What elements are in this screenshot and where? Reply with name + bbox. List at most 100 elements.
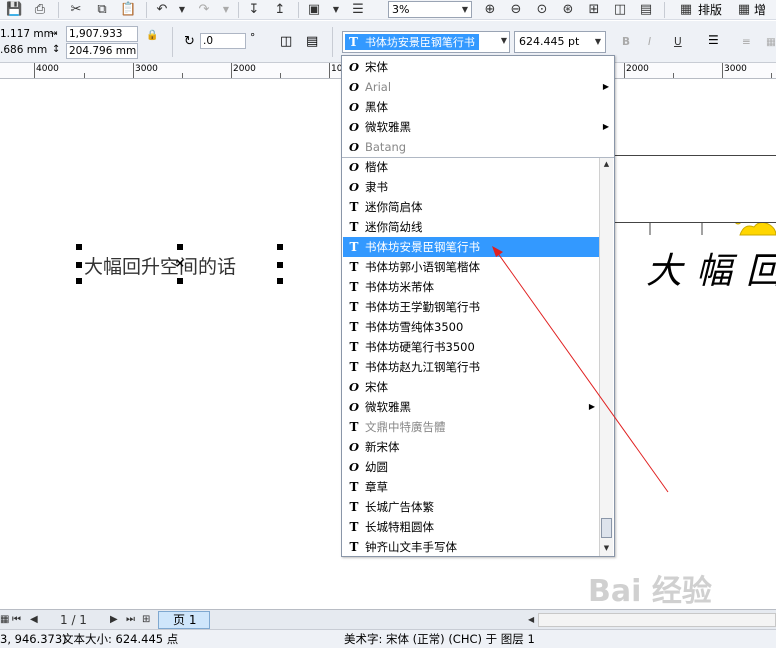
width-icon: ⇥ bbox=[50, 29, 58, 39]
chevron-down-icon[interactable]: ▼ bbox=[595, 32, 601, 52]
height-icon: ↕ bbox=[52, 44, 61, 55]
font-list-item[interactable]: T 书体坊硬笔行书3500 bbox=[343, 337, 599, 357]
rotate-icon: ↻ bbox=[184, 34, 195, 49]
tab-page-1[interactable]: 页 1 bbox=[158, 611, 210, 629]
font-list-item[interactable]: T 书体坊雪纯体3500 bbox=[343, 317, 599, 337]
font-list-item[interactable]: O 楷体 bbox=[343, 157, 599, 177]
zoom-in-icon[interactable]: ⊕ bbox=[482, 2, 498, 18]
bullet-list-icon[interactable]: ≡ bbox=[742, 35, 751, 49]
font-list-item[interactable]: T 章草 bbox=[343, 477, 599, 497]
scroll-left-icon[interactable]: ◀ bbox=[528, 613, 534, 627]
scroll-thumb[interactable] bbox=[601, 518, 612, 538]
print-icon[interactable]: ⎙ bbox=[32, 2, 48, 18]
increase-menu-label[interactable]: 增 bbox=[754, 2, 766, 18]
import-icon[interactable]: ↧ bbox=[246, 2, 262, 18]
font-list-item[interactable]: O 宋体 bbox=[343, 377, 599, 397]
next-page-icon[interactable]: ▶ bbox=[110, 613, 118, 627]
underline-icon[interactable]: U bbox=[674, 35, 682, 49]
redo-icon[interactable]: ↷ bbox=[196, 2, 212, 18]
font-size-select[interactable]: 624.445 pt ▼ bbox=[514, 31, 606, 53]
selection-handle[interactable] bbox=[277, 262, 283, 268]
font-dropdown-list[interactable]: O 宋体 O Arial ▶ O 黑体 O 微软雅黑 ▶ O Batang O 楷体 O 隶书 T 迷你简启体 T… bbox=[341, 55, 615, 557]
selected-text-object[interactable]: 大幅回升空间的话 bbox=[84, 252, 236, 279]
zoom-out-icon[interactable]: ⊖ bbox=[508, 2, 524, 18]
font-list-item[interactable]: T 迷你简幼线 bbox=[343, 217, 599, 237]
app-launcher-icon[interactable]: ▣ bbox=[306, 2, 322, 18]
paste-icon[interactable]: 📋 bbox=[120, 2, 136, 18]
copy-icon[interactable]: ⧉ bbox=[94, 2, 110, 18]
chevron-down-icon[interactable]: ▼ bbox=[459, 2, 471, 17]
submenu-arrow-icon[interactable]: ▶ bbox=[603, 77, 609, 97]
save-icon[interactable]: 💾 bbox=[6, 2, 22, 18]
height-field[interactable]: 204.796 mm bbox=[66, 43, 138, 59]
add-page-icon[interactable]: ⊞ bbox=[142, 613, 150, 627]
export-icon[interactable]: ↥ bbox=[272, 2, 288, 18]
truetype-icon: T bbox=[349, 340, 359, 354]
width-field[interactable]: 1,907.933 mm bbox=[66, 26, 138, 54]
layout-menu-label[interactable]: 排版 bbox=[698, 2, 722, 18]
zoom-level-select[interactable]: 3% ▼ bbox=[388, 1, 472, 18]
font-list-item[interactable]: T 书体坊郭小语钢笔楷体 bbox=[343, 257, 599, 277]
submenu-arrow-icon[interactable]: ▶ bbox=[589, 397, 595, 417]
font-list-item[interactable]: O 微软雅黑 ▶ bbox=[343, 117, 613, 137]
font-list-item[interactable]: O 黑体 bbox=[343, 97, 613, 117]
font-list-item[interactable]: T 文鼎中特廣告體 bbox=[343, 417, 599, 437]
selection-handle[interactable] bbox=[177, 278, 183, 284]
font-list-item[interactable]: T 书体坊王学勤钢笔行书 bbox=[343, 297, 599, 317]
first-page-icon[interactable]: ⏮ bbox=[12, 613, 21, 627]
lock-ratio-icon[interactable]: 🔒 bbox=[146, 29, 158, 43]
cut-icon[interactable]: ✂ bbox=[68, 2, 84, 18]
font-list-item[interactable]: T 长城广告体繁 bbox=[343, 497, 599, 517]
chevron-down-icon[interactable]: ▼ bbox=[501, 36, 507, 45]
undo-dropdown-icon[interactable]: ▼ bbox=[174, 2, 190, 18]
font-list-item[interactable]: O 隶书 bbox=[343, 177, 599, 197]
font-list-item[interactable]: T 书体坊米芾体 bbox=[343, 277, 599, 297]
scroll-down-icon[interactable]: ▼ bbox=[600, 542, 613, 555]
font-list-item[interactable]: T 书体坊安景臣钢笔行书 bbox=[343, 237, 599, 257]
bold-icon[interactable]: B bbox=[622, 35, 630, 49]
mirror-horizontal-icon[interactable]: ◫ bbox=[280, 35, 292, 49]
selection-handle[interactable] bbox=[76, 262, 82, 268]
selection-handle[interactable] bbox=[277, 278, 283, 284]
previous-page-icon[interactable]: ◀ bbox=[30, 613, 38, 627]
font-list-item[interactable]: O 幼圆 bbox=[343, 457, 599, 477]
rotation-field[interactable]: .0 bbox=[200, 33, 246, 49]
zoom-all-icon[interactable]: ⊛ bbox=[560, 2, 576, 18]
redo-dropdown-icon[interactable]: ▼ bbox=[218, 2, 234, 18]
font-family-select[interactable]: T 书体坊安景臣钢笔行书 ▼ bbox=[342, 31, 510, 53]
selection-handle[interactable] bbox=[76, 244, 82, 250]
drop-cap-icon[interactable]: ▦ bbox=[766, 35, 776, 49]
font-list-item[interactable]: O Batang bbox=[343, 137, 613, 157]
zoom-page-icon[interactable]: ⊞ bbox=[586, 2, 602, 18]
font-list-item[interactable]: O Arial ▶ bbox=[343, 77, 613, 97]
italic-icon[interactable]: I bbox=[648, 35, 651, 49]
ruler-label: 4000 bbox=[36, 64, 59, 74]
preview-text[interactable]: 大幅回 bbox=[646, 242, 776, 294]
zoom-height-icon[interactable]: ▤ bbox=[638, 2, 654, 18]
undo-icon[interactable]: ↶ bbox=[154, 2, 170, 18]
font-list-item[interactable]: O 微软雅黑 ▶ bbox=[343, 397, 599, 417]
y-position-value[interactable]: .686 mm bbox=[0, 43, 47, 57]
selection-handle[interactable] bbox=[277, 244, 283, 250]
text-align-icon[interactable]: ☰ bbox=[708, 33, 719, 47]
submenu-arrow-icon[interactable]: ▶ bbox=[603, 117, 609, 137]
app-launcher-dropdown-icon[interactable]: ▼ bbox=[328, 2, 344, 18]
scroll-up-icon[interactable]: ▲ bbox=[600, 158, 613, 171]
page-navigation-bar: ▦ ⏮ ◀ 1 / 1 ▶ ⏭ ⊞ 页 1 ◀ bbox=[0, 609, 776, 629]
zoom-width-icon[interactable]: ◫ bbox=[612, 2, 628, 18]
font-list-item[interactable]: O 宋体 bbox=[343, 57, 613, 77]
font-list-item[interactable]: T 长城特粗圆体 bbox=[343, 517, 599, 537]
options-icon[interactable]: ☰ bbox=[350, 2, 366, 18]
last-page-icon[interactable]: ⏭ bbox=[126, 613, 135, 627]
font-list-item[interactable]: T 迷你简启体 bbox=[343, 197, 599, 217]
selection-handle[interactable] bbox=[177, 244, 183, 250]
zoom-selected-icon[interactable]: ⊙ bbox=[534, 2, 550, 18]
font-list-item[interactable]: O 新宋体 bbox=[343, 437, 599, 457]
font-list-scrollbar[interactable]: ▲ ▼ bbox=[599, 158, 613, 556]
font-list-item[interactable]: T 钟齐山文丰手写体 bbox=[343, 537, 599, 556]
horizontal-scrollbar[interactable] bbox=[538, 613, 776, 627]
x-position-value[interactable]: 1.117 mm bbox=[0, 27, 54, 41]
font-list-item[interactable]: T 书体坊赵九江钢笔行书 bbox=[343, 357, 599, 377]
selection-handle[interactable] bbox=[76, 278, 82, 284]
mirror-vertical-icon[interactable]: ▤ bbox=[306, 35, 318, 49]
